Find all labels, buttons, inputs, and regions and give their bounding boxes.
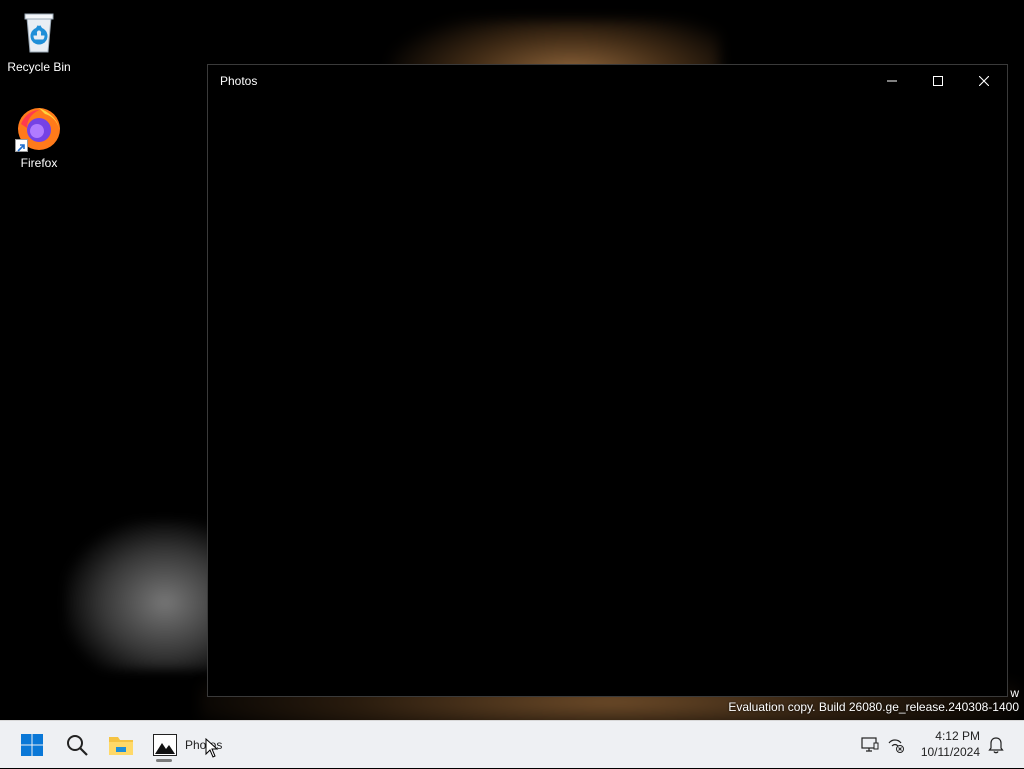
desktop-icon-label: Recycle Bin	[7, 60, 71, 74]
search-button[interactable]	[57, 721, 97, 769]
file-explorer-button[interactable]	[101, 721, 141, 769]
notification-button[interactable]	[984, 721, 1008, 769]
start-button[interactable]	[12, 721, 52, 769]
window-titlebar[interactable]: Photos	[208, 65, 1007, 97]
mouse-cursor-icon	[205, 737, 219, 758]
close-icon	[979, 76, 989, 86]
evaluation-watermark: Evaluation copy. Build 26080.ge_release.…	[728, 700, 1019, 714]
maximize-icon	[933, 76, 943, 86]
photos-window[interactable]: Photos	[207, 64, 1008, 697]
recycle-bin-icon	[15, 8, 63, 56]
watermark-fragment: w	[1010, 686, 1019, 700]
search-icon	[67, 735, 88, 756]
running-app-indicator	[156, 759, 172, 762]
firefox-icon	[15, 104, 63, 152]
bell-icon	[988, 737, 1004, 754]
taskbar-clock[interactable]: 4:12 PM 10/11/2024	[921, 728, 980, 760]
window-title: Photos	[220, 74, 258, 88]
minimize-icon	[887, 80, 897, 82]
taskbar: Photos	[0, 720, 1024, 768]
desktop-icon-label: Firefox	[20, 156, 58, 170]
clock-time: 4:12 PM	[935, 729, 980, 743]
display-tray-button[interactable]	[858, 721, 882, 769]
clock-date: 10/11/2024	[920, 745, 980, 759]
minimize-button[interactable]	[869, 65, 915, 97]
desktop-icon-recycle-bin[interactable]: Recycle Bin	[1, 8, 77, 74]
shortcut-arrow-icon	[15, 139, 28, 152]
network-tray-button[interactable]	[884, 721, 908, 769]
display-icon	[861, 737, 879, 752]
desktop-icon-firefox[interactable]: Firefox	[1, 104, 77, 170]
network-disconnected-icon	[888, 739, 904, 753]
photos-icon	[153, 734, 177, 756]
photos-content-area[interactable]	[208, 97, 1007, 696]
window-controls	[869, 65, 1007, 97]
file-explorer-icon	[109, 737, 133, 755]
close-button[interactable]	[961, 65, 1007, 97]
maximize-button[interactable]	[915, 65, 961, 97]
windows-start-icon	[21, 734, 43, 756]
